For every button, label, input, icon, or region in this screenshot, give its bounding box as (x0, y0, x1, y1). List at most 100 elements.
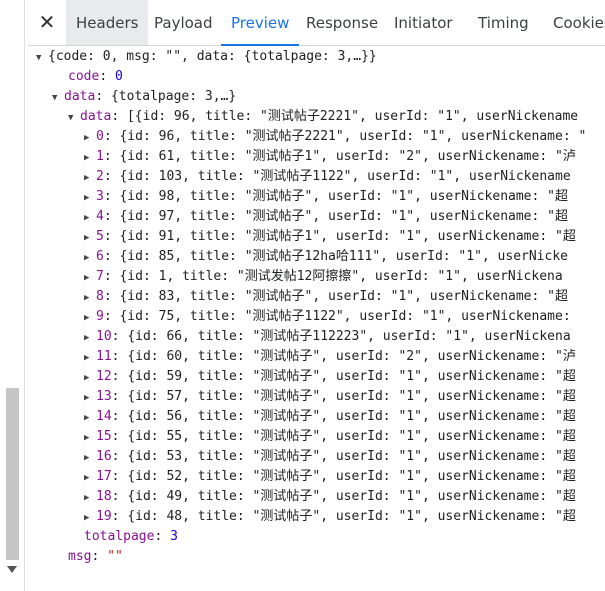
item-index: 13 (96, 389, 112, 404)
tab-preview[interactable]: Preview (221, 0, 300, 46)
collapsed-triangle-icon[interactable]: ▶ (84, 388, 96, 408)
item-summary: {id: 60, title: "测试帖子", userId: "2", use… (127, 349, 576, 364)
tab-payload[interactable]: Payload (144, 0, 223, 45)
item-index: 14 (96, 409, 112, 424)
list-item[interactable]: ▶ 19: {id: 48, title: "测试帖子", userId: "1"… (84, 507, 576, 528)
item-summary: {id: 59, title: "测试帖子", userId: "1", use… (127, 369, 576, 384)
left-panel (0, 0, 25, 591)
collapsed-triangle-icon[interactable]: ▶ (84, 268, 96, 288)
collapsed-triangle-icon[interactable]: ▶ (84, 488, 96, 508)
item-index: 0 (96, 129, 104, 144)
value-totalpage: 3 (170, 529, 178, 544)
collapsed-triangle-icon[interactable]: ▶ (84, 368, 96, 388)
json-preview-tree: ▼ {code: 0, msg: "", data: {totalpage: 3,… (30, 46, 605, 591)
item-index: 1 (96, 149, 104, 164)
list-item[interactable]: ▶ 3: {id: 98, title: "测试帖子", userId: "1",… (84, 187, 568, 208)
item-index: 15 (96, 429, 112, 444)
item-summary: {id: 55, title: "测试帖子", userId: "1", use… (127, 429, 576, 444)
item-summary: {id: 85, title: "测试帖子12ha哈111", userId: … (119, 249, 568, 264)
item-summary: {id: 66, title: "测试帖子112223", userId: "1… (127, 329, 571, 344)
list-item[interactable]: ▶ 8: {id: 83, title: "测试帖子", userId: "1",… (84, 287, 568, 308)
list-item[interactable]: ▶ 14: {id: 56, title: "测试帖子", userId: "1"… (84, 407, 576, 428)
expanded-triangle-icon[interactable]: ▼ (68, 108, 80, 128)
collapsed-triangle-icon[interactable]: ▶ (84, 288, 96, 308)
list-item[interactable]: ▶ 12: {id: 59, title: "测试帖子", userId: "1"… (84, 367, 576, 388)
tab-timing[interactable]: Timing (468, 0, 539, 45)
list-item[interactable]: ▶ 13: {id: 57, title: "测试帖子", userId: "1"… (84, 387, 576, 408)
key-msg: msg (68, 549, 92, 564)
item-index: 6 (96, 249, 104, 264)
collapsed-triangle-icon[interactable]: ▶ (84, 308, 96, 328)
item-index: 5 (96, 229, 104, 244)
collapsed-triangle-icon[interactable]: ▶ (84, 188, 96, 208)
list-item[interactable]: ▶ 15: {id: 55, title: "测试帖子", userId: "1"… (84, 427, 576, 448)
list-item[interactable]: ▶ 7: {id: 1, title: "测试发帖12阿擦擦", userId: … (84, 267, 563, 288)
tree-code: code: 0 (68, 69, 123, 84)
tree-data-list[interactable]: ▼ data: [{id: 96, title: "测试帖子2221", user… (68, 107, 578, 128)
item-summary: {id: 57, title: "测试帖子", userId: "1", use… (127, 389, 576, 404)
item-summary: {id: 97, title: "测试帖子", userId: "1", use… (119, 209, 568, 224)
list-item[interactable]: ▶ 11: {id: 60, title: "测试帖子", userId: "2"… (84, 347, 576, 368)
item-summary: {id: 48, title: "测试帖子", userId: "1", use… (127, 509, 576, 524)
collapsed-triangle-icon[interactable]: ▶ (84, 468, 96, 488)
collapsed-triangle-icon[interactable]: ▶ (84, 128, 96, 148)
item-index: 17 (96, 469, 112, 484)
key-data: data (64, 89, 96, 104)
tab-headers[interactable]: Headers (66, 0, 149, 45)
expanded-triangle-icon[interactable]: ▼ (52, 88, 64, 108)
close-icon[interactable]: ✕ (34, 9, 60, 35)
tab-initiator[interactable]: Initiator (384, 0, 463, 45)
value-msg: "" (107, 549, 123, 564)
item-summary: {id: 1, title: "测试发帖12阿擦擦", userId: "1",… (119, 269, 563, 284)
scroll-down-arrow-icon[interactable] (7, 566, 17, 573)
collapsed-triangle-icon[interactable]: ▶ (84, 328, 96, 348)
collapsed-triangle-icon[interactable]: ▶ (84, 208, 96, 228)
data-summary: {totalpage: 3,…} (110, 89, 237, 104)
list-item[interactable]: ▶ 17: {id: 52, title: "测试帖子", userId: "1"… (84, 467, 576, 488)
collapsed-triangle-icon[interactable]: ▶ (84, 428, 96, 448)
item-summary: {id: 91, title: "测试帖子1", userId: "1", us… (119, 229, 576, 244)
collapsed-triangle-icon[interactable]: ▶ (84, 148, 96, 168)
scrollbar-thumb[interactable] (6, 388, 19, 560)
list-item[interactable]: ▶ 9: {id: 75, title: "测试帖子1122", userId: … (84, 307, 571, 328)
list-item[interactable]: ▶ 2: {id: 103, title: "测试帖子1122", userId:… (84, 167, 571, 188)
list-item[interactable]: ▶ 0: {id: 96, title: "测试帖子2221", userId: … (84, 127, 586, 148)
value-code: 0 (114, 69, 123, 84)
collapsed-triangle-icon[interactable]: ▶ (84, 228, 96, 248)
root-summary: {code: 0, msg: "", data: {totalpage: 3,…… (48, 49, 377, 64)
collapsed-triangle-icon[interactable]: ▶ (84, 508, 96, 528)
key-data-list: data (80, 109, 112, 124)
item-index: 12 (96, 369, 112, 384)
list-item[interactable]: ▶ 16: {id: 53, title: "测试帖子", userId: "1"… (84, 447, 576, 468)
tree-msg: msg: "" (68, 549, 123, 564)
tree-root[interactable]: ▼ {code: 0, msg: "", data: {totalpage: 3,… (36, 47, 377, 68)
data-list-summary: [{id: 96, title: "测试帖子2221", userId: "1"… (126, 109, 579, 124)
tree-totalpage: totalpage: 3 (84, 529, 178, 544)
list-item[interactable]: ▶ 18: {id: 49, title: "测试帖子", userId: "1"… (84, 487, 576, 508)
item-summary: {id: 53, title: "测试帖子", userId: "1", use… (127, 449, 576, 464)
item-summary: {id: 56, title: "测试帖子", userId: "1", use… (127, 409, 576, 424)
collapsed-triangle-icon[interactable]: ▶ (84, 448, 96, 468)
list-item[interactable]: ▶ 10: {id: 66, title: "测试帖子112223", userI… (84, 327, 571, 348)
item-index: 8 (96, 289, 104, 304)
tab-response[interactable]: Response (296, 0, 388, 45)
list-item[interactable]: ▶ 1: {id: 61, title: "测试帖子1", userId: "2"… (84, 147, 576, 168)
collapsed-triangle-icon[interactable]: ▶ (84, 408, 96, 428)
list-item[interactable]: ▶ 6: {id: 85, title: "测试帖子12ha哈111", user… (84, 247, 568, 268)
item-summary: {id: 96, title: "测试帖子2221", userId: "1",… (119, 129, 587, 144)
item-index: 9 (96, 309, 104, 324)
list-item[interactable]: ▶ 4: {id: 97, title: "测试帖子", userId: "1",… (84, 207, 568, 228)
list-item[interactable]: ▶ 5: {id: 91, title: "测试帖子1", userId: "1"… (84, 227, 576, 248)
tab-cookies[interactable]: Cookies (543, 0, 605, 45)
key-totalpage: totalpage (84, 529, 155, 544)
item-index: 16 (96, 449, 112, 464)
collapsed-triangle-icon[interactable]: ▶ (84, 348, 96, 368)
item-summary: {id: 98, title: "测试帖子", userId: "1", use… (119, 189, 568, 204)
item-index: 3 (96, 189, 104, 204)
tree-data[interactable]: ▼ data: {totalpage: 3,…} (52, 87, 236, 108)
collapsed-triangle-icon[interactable]: ▶ (84, 168, 96, 188)
expanded-triangle-icon[interactable]: ▼ (36, 48, 48, 68)
item-summary: {id: 75, title: "测试帖子1122", userId: "1",… (119, 309, 571, 324)
collapsed-triangle-icon[interactable]: ▶ (84, 248, 96, 268)
item-index: 2 (96, 169, 104, 184)
